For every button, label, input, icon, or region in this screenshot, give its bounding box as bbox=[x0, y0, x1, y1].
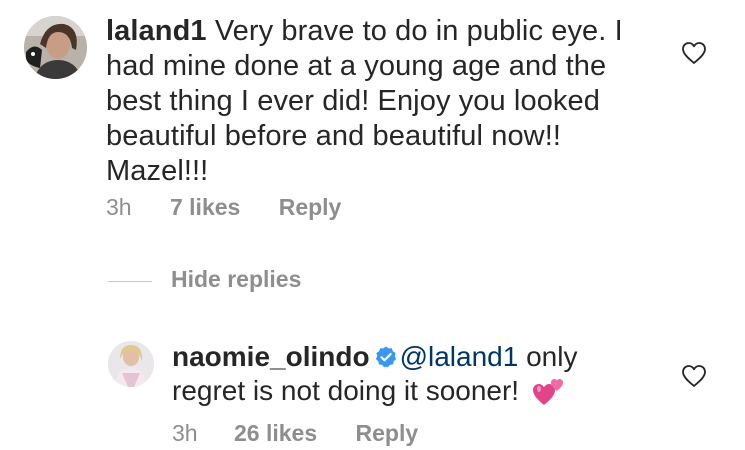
verified-badge-icon bbox=[375, 346, 396, 368]
reply-meta: 3h 26 likes Reply bbox=[172, 420, 418, 447]
reply-reply-button[interactable]: Reply bbox=[356, 420, 419, 447]
comment-text: laland1 Very brave to do in public eye. … bbox=[106, 14, 646, 189]
hide-replies-button[interactable]: Hide replies bbox=[171, 266, 301, 293]
comment-reply-button[interactable]: Reply bbox=[279, 194, 342, 221]
two-hearts-emoji bbox=[532, 379, 563, 405]
avatar[interactable] bbox=[108, 341, 154, 387]
replies-divider bbox=[108, 281, 152, 282]
comment-username[interactable]: laland1 bbox=[106, 15, 207, 47]
mention-link[interactable]: @laland1 bbox=[400, 341, 519, 372]
reply-text: naomie_olindo @laland1 only regret is no… bbox=[172, 340, 642, 408]
reply-likes[interactable]: 26 likes bbox=[234, 420, 317, 447]
comment-likes[interactable]: 7 likes bbox=[170, 194, 240, 221]
avatar[interactable] bbox=[24, 16, 87, 79]
reply-time: 3h bbox=[172, 420, 198, 446]
reply-username[interactable]: naomie_olindo bbox=[172, 341, 370, 372]
comment-time: 3h bbox=[106, 194, 132, 220]
heart-icon[interactable] bbox=[681, 364, 707, 388]
heart-icon[interactable] bbox=[681, 41, 707, 65]
comment-meta: 3h 7 likes Reply bbox=[106, 194, 341, 221]
